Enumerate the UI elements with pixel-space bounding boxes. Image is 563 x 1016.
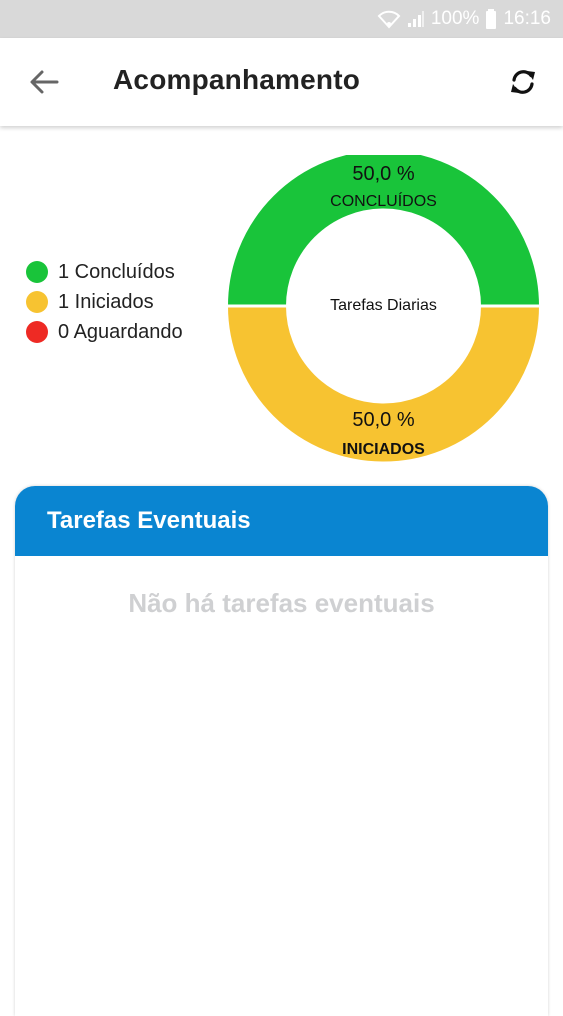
legend-label: 0 Aguardando	[58, 320, 183, 343]
back-button[interactable]	[22, 62, 66, 102]
legend-label: 1 Iniciados	[58, 290, 154, 313]
clock: 16:16	[503, 8, 551, 29]
refresh-icon	[511, 70, 535, 94]
refresh-button[interactable]	[501, 60, 545, 104]
legend-item-iniciados: 1 Iniciados	[26, 287, 183, 317]
wifi-icon	[377, 9, 401, 29]
legend-dot	[26, 321, 48, 343]
eventual-tasks-header: Tarefas Eventuais	[15, 486, 548, 556]
slice-label-bottom-percent: 50,0 %	[352, 409, 415, 431]
donut-center-label: Tarefas Diarias	[330, 297, 437, 314]
legend-label: 1 Concluídos	[58, 260, 175, 283]
signal-icon	[407, 10, 425, 28]
empty-state-message: Não há tarefas eventuais	[128, 588, 435, 618]
legend-dot	[26, 261, 48, 283]
slice-label-top-percent: 50,0 %	[352, 163, 415, 185]
legend-item-concluidos: 1 Concluídos	[26, 257, 183, 287]
chart-legend: 1 Concluídos 1 Iniciados 0 Aguardando	[26, 257, 183, 347]
arrow-left-icon	[30, 70, 59, 94]
page-title: Acompanhamento	[113, 64, 361, 95]
status-bar: 100% 16:16	[0, 0, 563, 38]
slice-label-bottom: INICIADOS	[342, 441, 425, 458]
legend-item-aguardando: 0 Aguardando	[26, 317, 183, 347]
app-bar: Acompanhamento	[0, 38, 563, 126]
donut-chart: 50,0 % CONCLUÍDOS Tarefas Diarias 50,0 %…	[224, 147, 543, 465]
battery-icon	[485, 9, 497, 29]
slice-label-top: CONCLUÍDOS	[330, 193, 437, 210]
battery-percent: 100%	[430, 8, 480, 29]
eventual-tasks-title: Tarefas Eventuais	[47, 507, 251, 534]
legend-dot	[26, 291, 48, 313]
eventual-tasks-card: Tarefas Eventuais Não há tarefas eventua…	[15, 486, 548, 1016]
